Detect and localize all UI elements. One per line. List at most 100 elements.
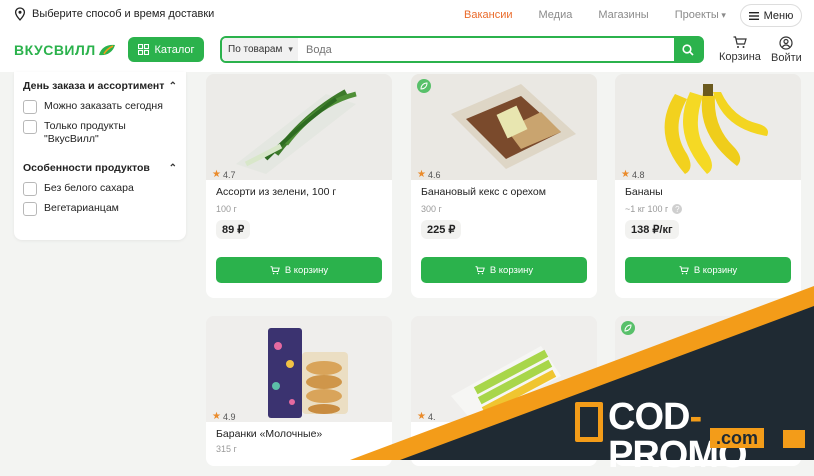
cart-icon [733, 36, 747, 48]
logo[interactable]: ВКУСВИЛЛ [14, 42, 116, 58]
product-rating: ★ 4. [417, 411, 435, 422]
grid-icon [137, 44, 149, 55]
checkbox[interactable] [23, 182, 37, 196]
product-image[interactable]: ★ 4.9 [206, 316, 392, 422]
checkbox[interactable] [23, 120, 37, 134]
cart-icon [475, 265, 485, 274]
location-pin-icon [14, 7, 26, 21]
filter-item[interactable]: Без белого сахара [23, 182, 177, 196]
menu-label: Меню [763, 9, 794, 22]
filter-label: Только продукты "ВкусВилл" [44, 120, 126, 145]
promo-domain: .com [710, 428, 765, 448]
filter-group-title[interactable]: День заказа и ассортимент ⌃ [23, 78, 177, 94]
logo-text: ВКУСВИЛЛ [14, 42, 96, 58]
herbs-image [206, 74, 392, 180]
search-icon [682, 43, 694, 56]
product-rating: ★ 4.8 [621, 169, 644, 180]
star-icon: ★ [621, 169, 630, 180]
product-name[interactable]: Баранки «Молочные» [206, 422, 392, 442]
product-weight: 300 г [411, 200, 597, 214]
user-icon [779, 36, 793, 50]
chevron-up-icon: ⌃ [168, 162, 177, 174]
rating-value: 4.6 [427, 169, 441, 180]
bananas-image [615, 74, 801, 180]
hamburger-icon [748, 11, 759, 20]
search-button[interactable] [674, 38, 702, 61]
menu-button[interactable]: Меню [740, 4, 802, 27]
top-nav: Вакансии Медиа Магазины Проекты [464, 9, 726, 21]
login-button[interactable]: Войти [771, 36, 802, 64]
star-icon: ★ [417, 411, 426, 422]
login-label: Войти [771, 52, 802, 64]
nav-stores[interactable]: Магазины [598, 9, 648, 21]
nav-media[interactable]: Медиа [539, 9, 573, 21]
weight-value: ~1 кг 100 г [625, 204, 669, 214]
star-icon: ★ [212, 169, 221, 180]
checkbox[interactable] [23, 100, 37, 114]
nav-projects[interactable]: Проекты [675, 9, 726, 21]
product-rating: ★ 4.9 [212, 411, 235, 422]
question-icon[interactable]: ? [672, 204, 683, 214]
product-price: 89 ₽ [216, 220, 251, 239]
filter-label: Вегетарианцам [44, 202, 119, 214]
product-image[interactable]: ★ 4.7 [206, 74, 392, 180]
add-to-cart-button[interactable]: В корзину [625, 257, 791, 283]
product-image[interactable]: ★ 4.8 [615, 74, 801, 180]
search-input[interactable] [298, 38, 674, 61]
add-to-cart-label: В корзину [489, 264, 534, 276]
promo-dash: - [689, 396, 702, 438]
cart-icon [270, 265, 280, 274]
product-card[interactable]: ★ 4.8 Бананы ~1 кг 100 г? 138 ₽/кг В корз… [615, 74, 801, 298]
add-to-cart-label: В корзину [693, 264, 738, 276]
delivery-selector[interactable]: Выберите способ и время доставки [14, 7, 214, 21]
product-name[interactable]: Банановый кекс с орехом [411, 180, 597, 200]
filter-item[interactable]: Можно заказать сегодня [23, 100, 177, 114]
star-icon: ★ [212, 411, 221, 422]
logo-leaf-icon [98, 44, 115, 56]
product-card[interactable]: ★ 4.9 Баранки «Молочные» 315 г [206, 316, 392, 466]
search-scope-label: По товарам [228, 44, 283, 55]
weight-value: 300 г [421, 204, 442, 214]
header: ВКУСВИЛЛ Каталог По товарам Корзина Войт… [0, 30, 814, 72]
nav-vacancies[interactable]: Вакансии [464, 9, 513, 21]
star-icon: ★ [417, 169, 426, 180]
filter-label: Без белого сахара [44, 182, 134, 194]
product-image[interactable]: ★ 4. [411, 316, 597, 422]
product-price: 225 ₽ [421, 220, 462, 239]
product-card[interactable]: ★ 4. [411, 316, 597, 466]
product-name[interactable]: Бананы [615, 180, 801, 200]
promo-word-1: COD [608, 396, 690, 438]
add-to-cart-button[interactable]: В корзину [216, 257, 382, 283]
filter-panel: День заказа и ассортимент ⌃ Можно заказа… [14, 72, 186, 240]
product-name[interactable]: Ассорти из зелени, 100 г [206, 180, 392, 200]
product-card[interactable]: ★ 4.6 Банановый кекс с орехом 300 г 225 ₽… [411, 74, 597, 298]
batteries-image [411, 316, 597, 422]
catalog-label: Каталог [154, 43, 195, 56]
product-weight: 315 г [206, 442, 392, 454]
product-image[interactable]: ★ 4.6 [411, 74, 597, 180]
rating-value: 4. [427, 411, 436, 422]
eco-badge-icon [621, 321, 635, 335]
cart-label: Корзина [719, 51, 761, 63]
rating-value: 4.9 [222, 411, 236, 422]
filter-item[interactable]: Вегетарианцам [23, 202, 177, 216]
chevron-up-icon: ⌃ [168, 80, 177, 92]
add-to-cart-label: В корзину [284, 264, 329, 276]
filter-item[interactable]: Только продукты "ВкусВилл" [23, 120, 177, 146]
add-to-cart-button[interactable]: В корзину [421, 257, 587, 283]
checkbox[interactable] [23, 202, 37, 216]
filter-group-features-title: Особенности продуктов [23, 162, 150, 174]
product-price: 138 ₽/кг [625, 220, 679, 239]
weight-value: 315 г [216, 444, 237, 454]
filter-group-order-title: День заказа и ассортимент [23, 80, 165, 92]
rating-value: 4.8 [631, 169, 645, 180]
product-card[interactable]: ★ 4.7 Ассорти из зелени, 100 г 100 г 89 ₽… [206, 74, 392, 298]
cart-button[interactable]: Корзина [719, 36, 761, 63]
product-rating: ★ 4.6 [417, 169, 440, 180]
weight-value: 100 г [216, 204, 237, 214]
cake-image [411, 74, 597, 180]
filter-label: Можно заказать сегодня [44, 100, 163, 112]
filter-group-title[interactable]: Особенности продуктов ⌃ [23, 160, 177, 176]
catalog-button[interactable]: Каталог [128, 37, 204, 62]
search-scope-select[interactable]: По товарам [222, 38, 298, 61]
